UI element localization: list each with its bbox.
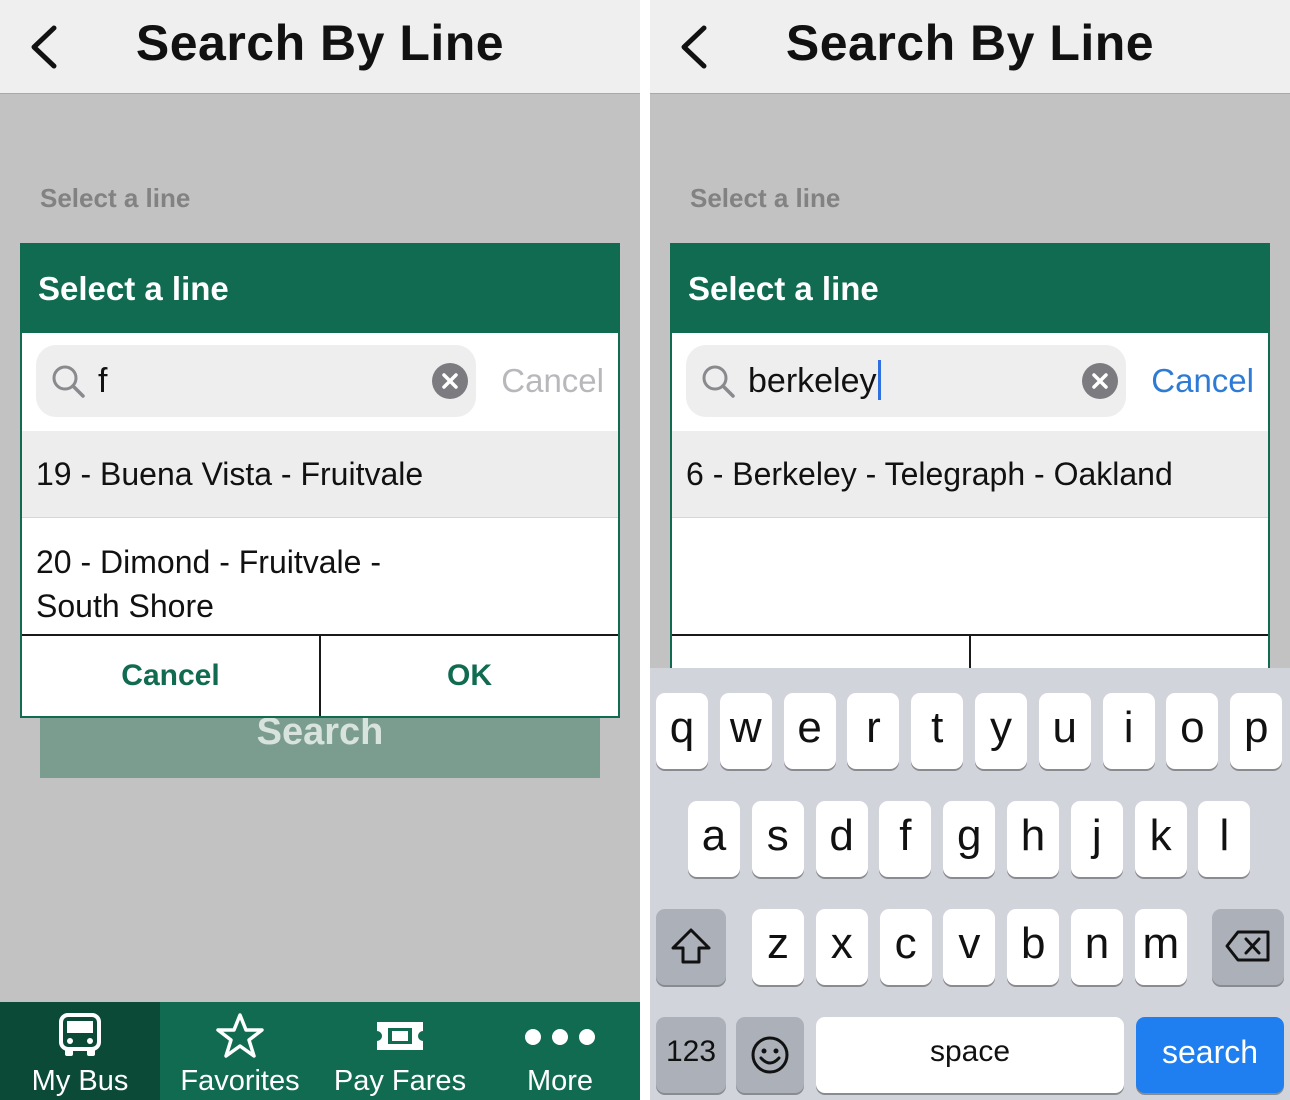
nav-bar: Search By Line: [0, 0, 640, 94]
key-i[interactable]: i: [1102, 693, 1155, 769]
key-s[interactable]: s: [751, 801, 804, 877]
tab-label: Favorites: [180, 1065, 300, 1097]
search-input-text: berkeley: [748, 345, 881, 417]
search-cancel-link[interactable]: Cancel: [1151, 345, 1254, 417]
tab-my-bus[interactable]: My Bus: [0, 1002, 160, 1100]
list-item[interactable]: 19 - Buena Vista - Fruitvale: [22, 431, 618, 518]
key-m[interactable]: m: [1134, 909, 1187, 985]
text-caret: [877, 360, 881, 401]
clear-search-button[interactable]: [1082, 363, 1118, 399]
key-b[interactable]: b: [1007, 909, 1060, 985]
search-input-text: f: [98, 362, 108, 400]
key-j[interactable]: j: [1070, 801, 1123, 877]
search-cancel-link[interactable]: Cancel: [501, 345, 604, 417]
more-dots-icon: [525, 1029, 595, 1045]
key-o[interactable]: o: [1166, 693, 1219, 769]
key-n[interactable]: n: [1071, 909, 1123, 985]
tab-more[interactable]: More: [480, 1002, 640, 1100]
backspace-icon: [1225, 930, 1270, 962]
select-line-dialog: Select a line berkeley Cancel 6 - Berkel…: [670, 243, 1270, 718]
tab-pay-fares[interactable]: Pay Fares: [320, 1002, 480, 1100]
search-input[interactable]: f: [36, 345, 476, 417]
keyboard-row-2: asdfghjkl: [650, 801, 1290, 877]
key-y[interactable]: y: [975, 693, 1027, 769]
key-g[interactable]: g: [943, 801, 996, 877]
tab-bar: My Bus Favorites Pay Fares More: [0, 1002, 640, 1100]
dialog-footer: Cancel OK: [22, 634, 618, 716]
page-title: Search By Line: [785, 15, 1155, 71]
key-h[interactable]: h: [1007, 801, 1059, 877]
search-icon: [52, 365, 85, 398]
search-key[interactable]: search: [1136, 1017, 1284, 1093]
space-key[interactable]: space: [816, 1017, 1124, 1093]
key-v[interactable]: v: [943, 909, 996, 985]
search-bar: berkeley Cancel: [672, 333, 1268, 431]
key-k[interactable]: k: [1134, 801, 1187, 877]
star-icon: [216, 1013, 264, 1058]
key-e[interactable]: e: [783, 693, 836, 769]
backspace-key[interactable]: [1212, 909, 1284, 985]
key-f[interactable]: f: [879, 801, 932, 877]
numbers-key[interactable]: 123: [656, 1017, 726, 1093]
tab-label: More: [526, 1065, 594, 1097]
tab-label: Pay Fares: [333, 1065, 467, 1097]
key-d[interactable]: d: [815, 801, 868, 877]
emoji-key[interactable]: [736, 1017, 804, 1093]
dialog-title: Select a line: [22, 245, 618, 333]
search-input-value: berkeley: [748, 362, 877, 400]
select-line-label: Select a line: [40, 183, 191, 213]
key-l[interactable]: l: [1198, 801, 1251, 877]
tab-favorites[interactable]: Favorites: [160, 1002, 320, 1100]
search-input[interactable]: berkeley: [686, 345, 1126, 417]
tab-label: My Bus: [31, 1065, 129, 1097]
nav-bar: Search By Line: [650, 0, 1290, 94]
shift-key[interactable]: [656, 909, 726, 985]
key-w[interactable]: w: [719, 693, 772, 769]
shift-icon: [671, 928, 711, 964]
key-t[interactable]: t: [911, 693, 964, 769]
ticket-icon: [377, 1022, 423, 1050]
list-item-label: 20 - Dimond - Fruitvale - South Shore: [36, 544, 381, 624]
list-item[interactable]: 20 - Dimond - Fruitvale - South Shore: [22, 518, 618, 634]
key-a[interactable]: a: [688, 801, 740, 877]
search-icon: [702, 365, 735, 398]
key-u[interactable]: u: [1038, 693, 1091, 769]
ok-button[interactable]: OK: [319, 636, 618, 716]
key-c[interactable]: c: [879, 909, 932, 985]
select-line-dialog: Select a line f Cancel 19 - Buena Vista …: [20, 243, 620, 718]
key-p[interactable]: p: [1230, 693, 1283, 769]
list-item[interactable]: 6 - Berkeley - Telegraph - Oakland: [672, 431, 1268, 518]
right-screen: Search By Line Select a line Select a li…: [650, 0, 1290, 1100]
dialog-title: Select a line: [672, 245, 1268, 333]
screen-divider: [640, 0, 650, 1100]
search-bar: f Cancel: [22, 333, 618, 431]
clear-search-button[interactable]: [432, 363, 468, 399]
clear-icon: [1092, 373, 1108, 389]
key-x[interactable]: x: [815, 909, 868, 985]
left-screen: Search By Line Select a line Search Sele…: [0, 0, 640, 1100]
select-line-label: Select a line: [690, 183, 841, 213]
bus-icon: [59, 1013, 101, 1056]
result-list: 6 - Berkeley - Telegraph - Oakland: [672, 431, 1268, 518]
cancel-button[interactable]: Cancel: [22, 636, 319, 716]
page-title: Search By Line: [135, 15, 505, 71]
clear-icon: [442, 373, 458, 389]
keyboard-row-3: zxcvbnm: [650, 909, 1290, 985]
key-q[interactable]: q: [656, 693, 708, 769]
keyboard-row-1: qwertyuiop: [650, 693, 1290, 769]
emoji-icon: [751, 1036, 789, 1074]
result-list: 19 - Buena Vista - Fruitvale 20 - Dimond…: [22, 431, 618, 634]
key-z[interactable]: z: [752, 909, 804, 985]
key-r[interactable]: r: [847, 693, 900, 769]
keyboard-row-4: 123 space search: [650, 1017, 1290, 1093]
keyboard: qwertyuiop asdfghjkl zxcvbnm 123 space s…: [650, 668, 1290, 1100]
